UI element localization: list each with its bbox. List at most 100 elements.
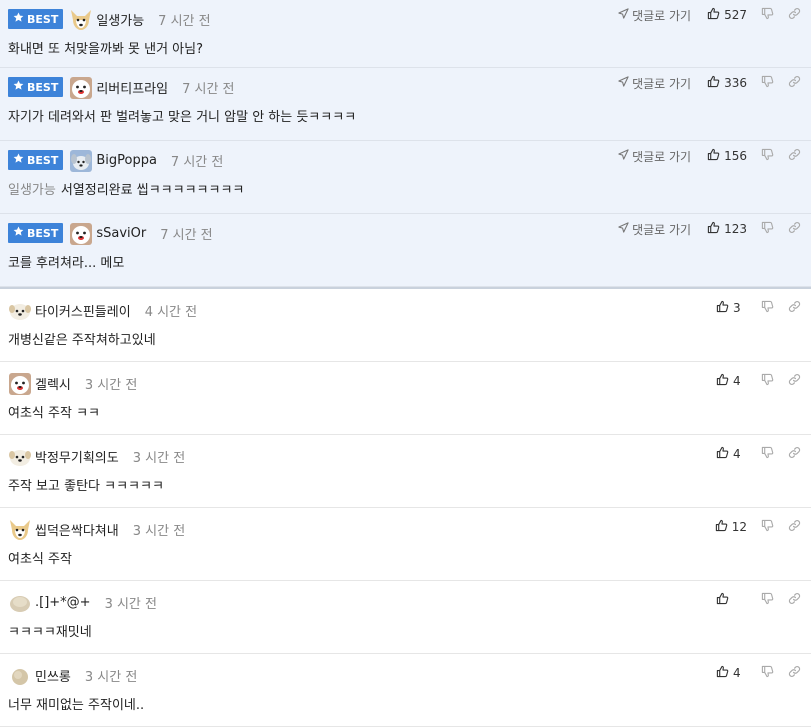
like-button[interactable]: 527	[707, 7, 747, 23]
dislike-button[interactable]	[761, 592, 774, 608]
thumbs-down-icon	[761, 519, 774, 535]
comment-text: 일생가능 서열정리완료 씹ㅋㅋㅋㅋㅋㅋㅋㅋ	[8, 179, 244, 198]
share-link-button[interactable]	[788, 221, 801, 237]
best-badge: BEST	[8, 150, 64, 170]
comment: 타이커스핀들레이 4 시간 전 개병신같은 주작쳐하고있네 3	[0, 289, 811, 362]
comment-text: 너무 재미없는 주작이네..	[8, 694, 144, 713]
avatar[interactable]	[69, 149, 93, 172]
like-button[interactable]: 123	[707, 221, 747, 237]
dislike-button[interactable]	[761, 7, 774, 23]
comment-actions: 3	[716, 299, 801, 317]
like-button[interactable]: 156	[707, 148, 747, 164]
like-count: 4	[733, 666, 741, 680]
avatar[interactable]	[69, 76, 93, 99]
thumbs-down-icon	[761, 300, 774, 316]
thumbs-up-icon	[716, 373, 733, 389]
nickname[interactable]: 씹덕은싹다쳐내	[35, 520, 119, 539]
share-link-button[interactable]	[788, 148, 801, 164]
nickname[interactable]: 겔렉시	[35, 374, 71, 393]
best-comment: BEST sSaviOr 7 시간 전 코를 후려쳐라... 메모 댓글로 가기…	[0, 214, 811, 287]
thumbs-down-icon	[761, 665, 774, 681]
like-button[interactable]: 4	[716, 373, 747, 389]
share-link-button[interactable]	[788, 75, 801, 91]
comment-list: BEST 일생가능 7 시간 전 화내면 또 처맞을까봐 못 낸거 아님? 댓글…	[0, 0, 811, 727]
nickname[interactable]: sSaviOr	[96, 226, 146, 241]
like-button[interactable]: 12	[715, 519, 747, 535]
reply-arrow-icon	[618, 222, 632, 236]
dislike-button[interactable]	[761, 148, 774, 164]
dislike-button[interactable]	[761, 75, 774, 91]
star-icon	[13, 226, 24, 240]
share-link-button[interactable]	[788, 373, 801, 389]
nickname[interactable]: 민쓰롱	[35, 666, 71, 685]
go-to-reply-link[interactable]: 댓글로 가기	[618, 7, 691, 24]
thumbs-up-icon	[716, 592, 733, 608]
like-button[interactable]: 4	[716, 446, 747, 462]
like-button[interactable]	[716, 592, 747, 608]
go-to-reply-link[interactable]: 댓글로 가기	[618, 221, 691, 238]
avatar[interactable]	[8, 372, 31, 395]
timestamp: 3 시간 전	[132, 450, 186, 466]
thumbs-up-icon	[707, 75, 724, 91]
comment-text: 자기가 데려와서 판 벌려놓고 맞은 거니 암말 안 하는 듯ㅋㅋㅋㅋ	[8, 106, 356, 125]
comment-actions: 댓글로 가기 336	[618, 74, 801, 92]
comment: 씹덕은싹다쳐내 3 시간 전 여초식 주작 12	[0, 508, 811, 581]
go-to-reply-link[interactable]: 댓글로 가기	[618, 148, 691, 165]
comment-body: 화내면 또 처맞을까봐 못 낸거 아님?	[8, 42, 204, 57]
dislike-button[interactable]	[761, 519, 774, 535]
avatar[interactable]	[8, 591, 30, 613]
nickname[interactable]: .[]+*@+	[35, 595, 91, 610]
thumbs-down-icon	[761, 7, 774, 23]
comment-text: 개병신같은 주작쳐하고있네	[8, 329, 156, 348]
avatar[interactable]	[8, 445, 31, 467]
like-count: 12	[731, 520, 747, 534]
nickname[interactable]: 리버티프라임	[96, 78, 168, 97]
link-icon	[788, 446, 801, 462]
like-button[interactable]: 336	[707, 75, 747, 91]
dislike-button[interactable]	[761, 665, 774, 681]
share-link-button[interactable]	[788, 7, 801, 23]
reply-label: 댓글로 가기	[632, 8, 692, 23]
comment-actions	[716, 591, 801, 609]
nickname[interactable]: 타이커스핀들레이	[35, 301, 131, 320]
comment-header: BEST 일생가능 7 시간 전	[8, 8, 211, 30]
like-button[interactable]: 4	[716, 665, 747, 681]
dislike-button[interactable]	[761, 446, 774, 462]
avatar[interactable]	[8, 299, 31, 321]
link-icon	[788, 221, 801, 237]
dislike-button[interactable]	[761, 221, 774, 237]
go-to-reply-link[interactable]: 댓글로 가기	[618, 75, 691, 92]
thumbs-up-icon	[707, 7, 724, 23]
thumbs-up-icon	[707, 221, 724, 237]
avatar[interactable]	[8, 518, 30, 540]
star-icon	[13, 80, 24, 94]
dislike-button[interactable]	[761, 373, 774, 389]
like-button[interactable]: 3	[716, 300, 747, 316]
comment-text: 여초식 주작 ㅋㅋ	[8, 402, 100, 421]
comment: 겔렉시 3 시간 전 여초식 주작 ㅋㅋ 4	[0, 362, 811, 435]
like-count: 527	[724, 8, 747, 22]
like-count: 156	[724, 149, 747, 163]
nickname[interactable]: 박정무기획의도	[35, 447, 119, 466]
avatar[interactable]	[69, 222, 93, 245]
share-link-button[interactable]	[788, 300, 801, 316]
comment-body: 여초식 주작 ㅋㅋ	[8, 406, 100, 421]
share-link-button[interactable]	[788, 592, 801, 608]
mention-link[interactable]: 일생가능	[8, 183, 56, 198]
like-count: 4	[733, 374, 741, 388]
comment-body: 너무 재미없는 주작이네..	[8, 698, 145, 713]
comment-actions: 댓글로 가기 156	[618, 147, 801, 165]
link-icon	[788, 373, 801, 389]
share-link-button[interactable]	[788, 446, 801, 462]
share-link-button[interactable]	[788, 665, 801, 681]
share-link-button[interactable]	[788, 519, 801, 535]
avatar[interactable]	[69, 8, 92, 30]
comment: 민쓰롱 3 시간 전 너무 재미없는 주작이네.. 4	[0, 654, 811, 727]
star-icon	[13, 153, 24, 167]
avatar[interactable]	[8, 664, 30, 686]
nickname[interactable]: 일생가능	[96, 10, 144, 29]
best-comment: BEST 리버티프라임 7 시간 전 자기가 데려와서 판 벌려놓고 맞은 거니…	[0, 68, 811, 141]
dislike-button[interactable]	[761, 300, 774, 316]
comment-body: 서열정리완료 씹ㅋㅋㅋㅋㅋㅋㅋㅋ	[60, 183, 245, 198]
nickname[interactable]: BigPoppa	[96, 153, 157, 168]
